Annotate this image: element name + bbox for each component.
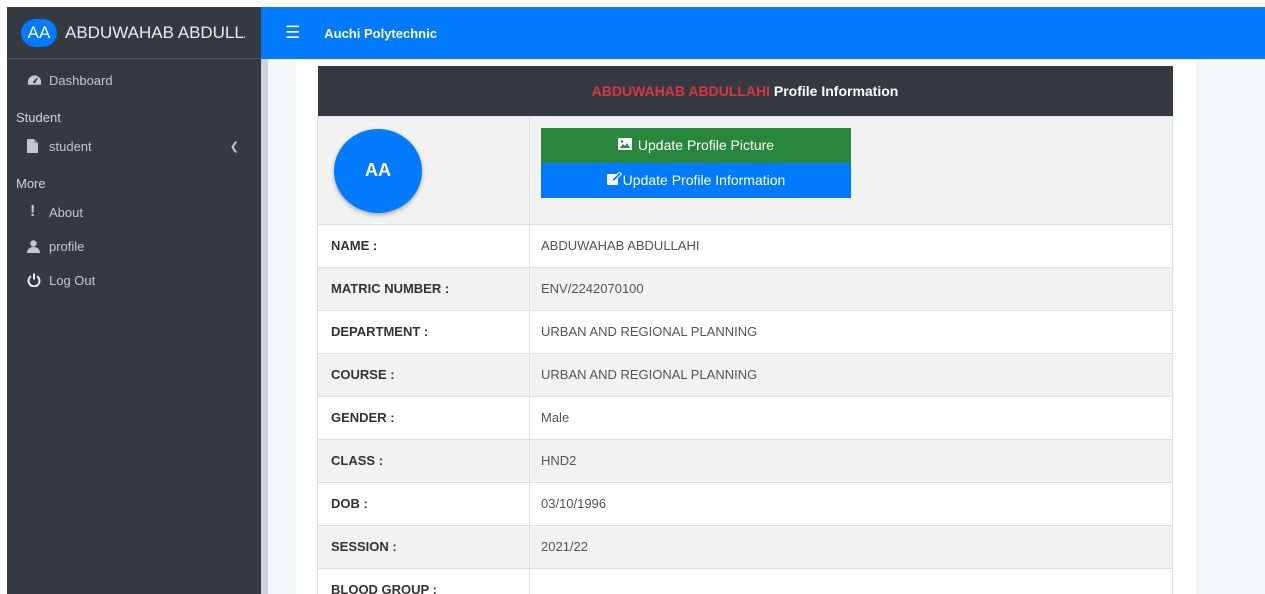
field-value: 2021/22 <box>529 524 1173 569</box>
sidebar: AA ABDUWAHAB ABDULLAHI Dashboard Student… <box>7 7 261 594</box>
field-label: GENDER : <box>317 395 530 440</box>
nav-header-student: Student <box>16 110 61 125</box>
top-navbar: ☰ Auchi Polytechnic <box>261 7 1265 59</box>
update-profile-picture-button[interactable]: Update Profile Picture <box>541 127 851 163</box>
navbar-title: Auchi Polytechnic <box>324 25 437 41</box>
field-value: HND2 <box>529 438 1173 483</box>
sidebar-item-logout[interactable]: Log Out <box>7 263 261 297</box>
table-row: MATRIC NUMBER : ENV/2242070100 <box>317 266 1173 311</box>
chevron-left-icon: ❮ <box>229 140 239 153</box>
profile-header-title: Profile Information <box>770 82 899 99</box>
table-row: BLOOD GROUP : <box>317 567 1173 594</box>
sidebar-item-label: profile <box>49 238 85 254</box>
content-area: ABDUWAHAB ABDULLAHI Profile Information … <box>268 59 1265 594</box>
sidebar-item-student[interactable]: student ❮ <box>7 129 261 163</box>
profile-table: ABDUWAHAB ABDULLAHI Profile Information … <box>317 66 1173 594</box>
field-label: MATRIC NUMBER : <box>317 266 530 311</box>
field-value: Male <box>529 395 1173 440</box>
tachometer-icon <box>27 74 49 86</box>
field-value: 03/10/1996 <box>529 481 1173 526</box>
sidebar-item-label: student <box>49 138 92 154</box>
brand-avatar: AA <box>21 18 57 47</box>
power-icon <box>27 273 49 287</box>
table-row: DEPARTMENT : URBAN AND REGIONAL PLANNING <box>317 309 1173 354</box>
field-value <box>529 567 1173 594</box>
table-row: GENDER : Male <box>317 395 1173 440</box>
sidebar-item-profile[interactable]: profile <box>7 229 261 263</box>
field-label: SESSION : <box>317 524 530 569</box>
hamburger-menu-icon[interactable]: ☰ <box>285 23 300 43</box>
brand-name: ABDUWAHAB ABDULLAHI <box>65 22 245 42</box>
avatar-cell: AA <box>317 115 530 225</box>
field-label: CLASS : <box>317 438 530 483</box>
image-icon <box>617 137 632 153</box>
update-profile-information-button[interactable]: Update Profile Information <box>541 162 851 198</box>
actions-cell: Update Profile Picture Update Profile In… <box>529 115 1173 225</box>
user-icon <box>27 239 49 253</box>
sidebar-scrollbar[interactable] <box>261 7 268 594</box>
field-label: COURSE : <box>317 352 530 397</box>
nav-header-more: More <box>16 176 46 191</box>
field-label: NAME : <box>317 223 530 268</box>
field-value: URBAN AND REGIONAL PLANNING <box>529 309 1173 354</box>
field-label: DEPARTMENT : <box>317 309 530 354</box>
profile-card: ABDUWAHAB ABDULLAHI Profile Information … <box>296 59 1196 594</box>
update-profile-picture-label: Update Profile Picture <box>637 137 775 153</box>
field-label: BLOOD GROUP : <box>317 567 530 594</box>
sidebar-item-label: About <box>49 204 83 220</box>
table-row: DOB : 03/10/1996 <box>317 481 1173 526</box>
profile-header-name: ABDUWAHAB ABDULLAHI <box>591 82 770 99</box>
table-row: NAME : ABDUWAHAB ABDULLAHI <box>317 223 1173 268</box>
field-value: ENV/2242070100 <box>529 266 1173 311</box>
table-row: CLASS : HND2 <box>317 438 1173 483</box>
table-row: SESSION : 2021/22 <box>317 524 1173 569</box>
sidebar-item-label: Log Out <box>49 272 96 288</box>
update-profile-information-label: Update Profile Information <box>622 172 786 188</box>
profile-avatar: AA <box>334 128 422 213</box>
sidebar-item-dashboard[interactable]: Dashboard <box>7 63 261 97</box>
field-value: ABDUWAHAB ABDULLAHI <box>529 223 1173 268</box>
sidebar-item-about[interactable]: ! About <box>7 195 261 229</box>
field-value: URBAN AND REGIONAL PLANNING <box>529 352 1173 397</box>
edit-icon <box>606 170 622 189</box>
file-icon <box>27 139 49 153</box>
brand-link[interactable]: AA ABDUWAHAB ABDULLAHI <box>7 7 261 59</box>
field-label: DOB : <box>317 481 530 526</box>
sidebar-item-label: Dashboard <box>49 72 113 88</box>
profile-header: ABDUWAHAB ABDULLAHI Profile Information <box>317 66 1173 116</box>
exclamation-icon: ! <box>30 203 36 220</box>
table-row: COURSE : URBAN AND REGIONAL PLANNING <box>317 352 1173 397</box>
